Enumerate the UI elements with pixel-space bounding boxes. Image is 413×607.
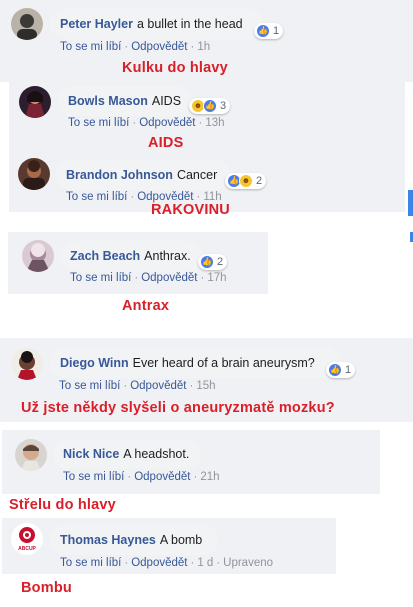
comment-time[interactable]: 13h	[205, 117, 224, 129]
comment-text: AIDS	[151, 94, 182, 108]
translation-text: Už jste někdy slyšeli o aneuryzmatě mozk…	[21, 400, 335, 416]
commenter-name[interactable]: Peter Hayler	[60, 17, 133, 31]
comment-bubble: Diego Winn Ever heard of a brain aneurysm…	[50, 348, 340, 378]
comment-actions: To se mi líbí · Odpovědět · 1h	[60, 41, 211, 53]
translation-text: Kulku do hlavy	[122, 60, 228, 76]
edited-label[interactable]: Upraveno	[223, 557, 273, 569]
comment-text: A headshot.	[123, 447, 190, 461]
like-reaction-icon: 👍	[203, 99, 217, 113]
translation-text: RAKOVINU	[151, 202, 230, 218]
like-link[interactable]: To se mi líbí	[66, 191, 127, 203]
comment-actions: To se mi líbí · Odpovědět · 13h	[68, 117, 225, 129]
haha-reaction-icon: ☻	[239, 174, 253, 188]
comment-text: A bomb	[159, 533, 203, 547]
reply-link[interactable]: Odpovědět	[139, 117, 195, 129]
comment-text: Anthrax.	[144, 249, 191, 263]
reply-link[interactable]: Odpovědět	[130, 380, 186, 392]
comment-actions: To se mi líbí · Odpovědět · 1 d · Upraveno	[60, 557, 274, 569]
reaction-summary[interactable]: 👍 1	[326, 362, 356, 378]
translation-text: Střelu do hlavy	[9, 497, 116, 513]
comment-bubble: Brandon Johnson Cancer	[56, 160, 230, 190]
comment-time[interactable]: 1 d	[197, 557, 213, 569]
commenter-name[interactable]: Zach Beach	[70, 249, 140, 263]
comment-bubble: Zach Beach Anthrax.	[60, 241, 204, 271]
comment-text: Cancer	[176, 168, 218, 182]
avatar[interactable]	[19, 86, 51, 118]
avatar[interactable]	[15, 439, 47, 471]
comment-text: Ever heard of a brain aneurysm?	[132, 356, 315, 370]
comment-actions: To se mi líbí · Odpovědět · 15h	[59, 380, 216, 392]
avatar[interactable]	[11, 8, 43, 40]
comment-bubble: Peter Hayler a bullet in the head	[50, 9, 263, 39]
comment-actions: To se mi líbí · Odpovědět · 17h	[70, 272, 227, 284]
reaction-count: 2	[256, 175, 263, 187]
reply-link[interactable]: Odpovědět	[131, 557, 187, 569]
like-reaction-icon: 👍	[256, 24, 270, 38]
comment-time[interactable]: 15h	[196, 380, 215, 392]
reaction-summary[interactable]: 👍 2	[198, 254, 228, 270]
avatar[interactable]	[11, 348, 43, 380]
reply-link[interactable]: Odpovědět	[131, 41, 187, 53]
translation-text: AIDS	[148, 135, 184, 151]
avatar[interactable]	[22, 240, 54, 272]
like-link[interactable]: To se mi líbí	[60, 41, 121, 53]
reply-link[interactable]: Odpovědět	[134, 471, 190, 483]
like-link[interactable]: To se mi líbí	[63, 471, 124, 483]
avatar[interactable]	[18, 158, 50, 190]
comment-time[interactable]: 17h	[207, 272, 226, 284]
avatar[interactable]: ABCUP	[11, 523, 43, 555]
like-reaction-icon: 👍	[328, 363, 342, 377]
commenter-name[interactable]: Thomas Haynes	[60, 533, 156, 547]
like-link[interactable]: To se mi líbí	[70, 272, 131, 284]
reaction-count: 2	[217, 256, 224, 268]
like-link[interactable]: To se mi líbí	[68, 117, 129, 129]
commenter-name[interactable]: Diego Winn	[60, 356, 129, 370]
translation-text: Bombu	[21, 580, 72, 596]
like-reaction-icon: 👍	[200, 255, 214, 269]
commenter-name[interactable]: Nick Nice	[63, 447, 119, 461]
reaction-summary[interactable]: ☻ 👍 3	[189, 98, 231, 114]
scroll-edge	[408, 190, 413, 216]
comment-time[interactable]: 1h	[197, 41, 210, 53]
comment-bubble: Nick Nice A headshot.	[53, 439, 201, 469]
reaction-count: 1	[273, 25, 280, 37]
comment-text: a bullet in the head	[136, 17, 243, 31]
like-link[interactable]: To se mi líbí	[60, 557, 121, 569]
commenter-name[interactable]: Bowls Mason	[68, 94, 148, 108]
reply-link[interactable]: Odpovědět	[141, 272, 197, 284]
reaction-count: 1	[345, 364, 352, 376]
comment-time[interactable]: 21h	[200, 471, 219, 483]
reaction-summary[interactable]: 👍 ☻ 2	[225, 173, 267, 189]
like-link[interactable]: To se mi líbí	[59, 380, 120, 392]
translation-text: Antrax	[122, 298, 170, 314]
reaction-summary[interactable]: 👍 1	[254, 23, 284, 39]
reaction-count: 3	[220, 100, 227, 112]
comment-actions: To se mi líbí · Odpovědět · 21h	[63, 471, 220, 483]
commenter-name[interactable]: Brandon Johnson	[66, 168, 173, 182]
comment-bubble: Thomas Haynes A bomb	[50, 525, 218, 555]
comment-bubble: Bowls Mason AIDS	[58, 86, 192, 116]
avatar-logo-text: ABCUP	[18, 546, 36, 552]
